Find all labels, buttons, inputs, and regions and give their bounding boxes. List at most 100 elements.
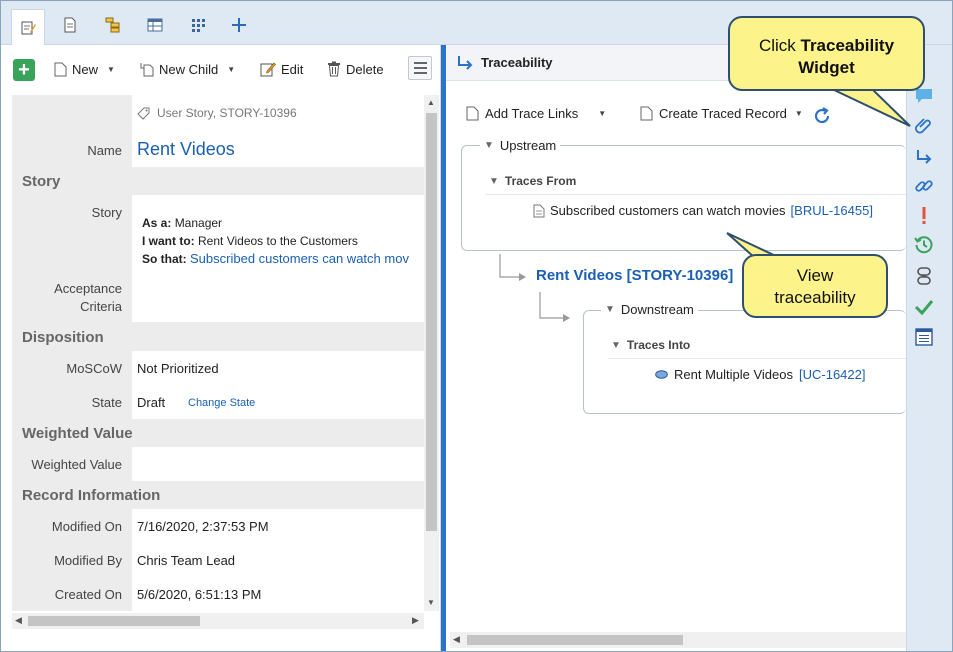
record-name[interactable]: Rent Videos [137,139,235,160]
acceptance-label-line2: Criteria [80,299,122,314]
section-record-information[interactable]: Record Information [22,487,160,504]
moscow-value[interactable]: Not Prioritized [137,361,219,376]
traces-from-label: Traces From [504,174,577,188]
new-button[interactable]: New ▼ [54,52,115,86]
story-label: Story [91,205,122,220]
story-text: As a: Manager I want to: Rent Videos to … [142,214,424,268]
traceability-widget[interactable] [911,145,937,169]
collapse-triangle-icon[interactable]: ▼ [611,340,621,351]
downstream-item-text: Rent Multiple Videos [674,367,793,382]
delete-button-label: Delete [346,61,384,77]
acceptance-label-line1: Acceptance [54,281,122,296]
edit-icon [260,62,276,77]
tab-tree[interactable] [96,7,130,43]
chevron-down-icon: ▼ [107,64,115,74]
link-widget[interactable] [911,174,937,198]
upstream-header[interactable]: ▼ Upstream [480,138,561,153]
collapse-triangle-icon[interactable]: ▼ [605,304,615,315]
plus-icon [232,18,246,32]
downstream-header[interactable]: ▼ Downstream [601,302,698,317]
record-form: User Story, STORY-10396 Name Rent Videos… [12,95,424,611]
upstream-item-text: Subscribed customers can watch movies [550,203,786,218]
callout-widget-word: Widget [798,58,855,77]
section-disposition[interactable]: Disposition [22,329,104,346]
chevron-down-icon: ▼ [227,64,236,74]
scroll-thumb[interactable] [467,635,683,645]
traces-into-header[interactable]: ▼ Traces Into [611,338,690,352]
trace-icon [917,150,932,164]
list-icon [915,328,933,346]
current-record-link[interactable]: Rent Videos [STORY-10396] [536,267,733,284]
scroll-right-icon[interactable]: ▶ [412,615,419,626]
add-trace-links-button[interactable]: Add Trace Links ▼ [466,106,606,121]
state-label: State [91,395,122,410]
add-trace-links-label: Add Trace Links [485,106,579,121]
collapse-triangle-icon[interactable]: ▼ [484,140,494,151]
modified-on-value: 7/16/2020, 2:37:53 PM [137,519,269,534]
review-widget[interactable] [911,295,937,319]
so-that-link[interactable]: Subscribed customers can watch mov [190,251,409,266]
hamburger-menu-button[interactable] [408,56,432,80]
tab-add[interactable] [222,7,256,43]
document-icon [533,204,545,217]
downstream-item-id-link[interactable]: [UC-16422] [799,367,865,382]
so-that-key: So that: [142,252,187,266]
modified-on-label: Modified On [51,519,122,534]
tab-document[interactable] [53,7,87,43]
create-traced-record-button[interactable]: Create Traced Record ▼ [640,106,803,121]
section-story[interactable]: Story [22,173,60,190]
new-child-icon [140,62,154,76]
widget-callout-pointer [831,88,911,127]
callout-click-prefix: Click [758,36,801,55]
new-child-button-label: New Child [159,61,219,77]
downstream-group [583,310,906,414]
downstream-trace-item[interactable]: Rent Multiple Videos [UC-16422] [655,367,865,382]
traces-into-label: Traces Into [626,338,691,352]
edit-button[interactable]: Edit [260,52,303,86]
link-icon [915,180,933,192]
form-horizontal-scrollbar[interactable]: ◀ ▶ [12,613,424,629]
upstream-item-id-link[interactable]: [BRUL-16455] [791,203,873,218]
sync-icon [917,267,931,285]
scroll-left-icon[interactable]: ◀ [15,615,22,626]
weighted-value-cell[interactable] [132,447,424,481]
form-vertical-scrollbar[interactable]: ▲ ▼ [424,95,439,611]
table-icon [147,18,163,32]
scroll-thumb[interactable] [426,113,437,531]
alert-widget[interactable] [911,204,937,228]
change-state-link[interactable]: Change State [188,397,255,409]
history-icon [914,236,933,254]
document-icon [640,106,653,121]
alert-icon [922,207,926,224]
scroll-thumb[interactable] [28,616,200,626]
tab-edit-record[interactable] [11,9,45,46]
moscow-label: MoSCoW [66,361,122,376]
name-label: Name [87,143,122,158]
traces-from-header[interactable]: ▼ Traces From [489,174,576,188]
chevron-down-icon: ▼ [598,109,607,118]
upstream-label: Upstream [499,138,557,153]
add-button[interactable]: + [13,59,35,81]
tab-grid[interactable] [181,7,215,43]
callout-traceability-word: Traceability [800,36,895,55]
upstream-trace-item[interactable]: Subscribed customers can watch movies [B… [533,203,873,218]
section-weighted-value[interactable]: Weighted Value [22,425,133,442]
list-widget[interactable] [911,325,937,349]
sync-widget[interactable] [911,264,937,288]
edit-button-label: Edit [281,61,304,77]
scroll-left-icon[interactable]: ◀ [453,634,460,645]
new-child-button[interactable]: New Child ▼ [140,52,235,86]
use-case-icon [655,370,668,379]
delete-button[interactable]: Delete [327,52,384,86]
i-want-value: Rent Videos to the Customers [198,234,358,248]
trace-horizontal-scrollbar[interactable]: ◀ [450,632,906,648]
tree-icon [105,17,120,33]
trace-arrow-icon [458,56,473,70]
modified-by-label: Modified By [54,553,122,568]
scroll-up-icon[interactable]: ▲ [427,98,435,107]
history-widget[interactable] [911,233,937,257]
created-on-label: Created On [54,587,122,602]
scroll-down-icon[interactable]: ▼ [427,598,435,607]
collapse-triangle-icon[interactable]: ▼ [489,176,499,187]
tab-table[interactable] [138,7,172,43]
